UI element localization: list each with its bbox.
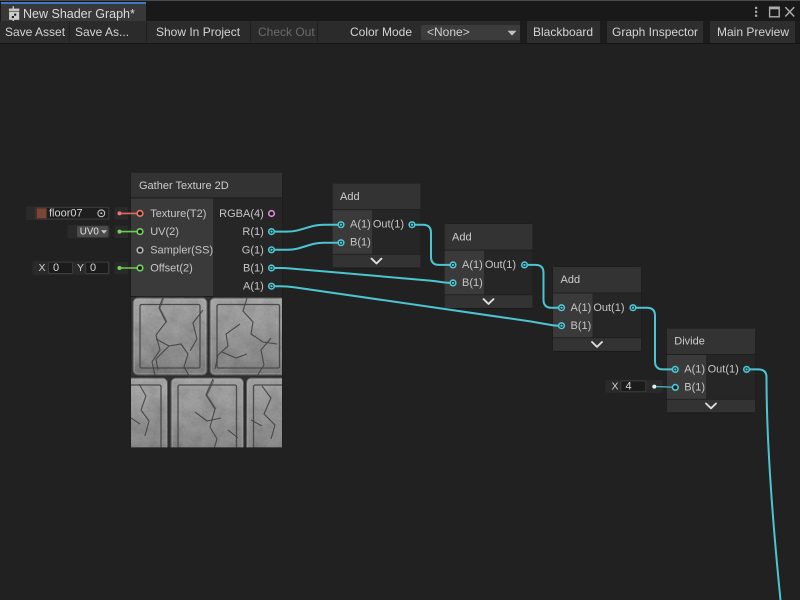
- svg-text:4: 4: [626, 381, 632, 393]
- svg-text:B(1): B(1): [571, 320, 592, 332]
- svg-text:Gather Texture 2D: Gather Texture 2D: [139, 180, 229, 192]
- svg-text:Add: Add: [452, 231, 472, 243]
- svg-text:Out(1): Out(1): [485, 259, 516, 271]
- svg-text:UV(2): UV(2): [150, 226, 179, 238]
- svg-text:0: 0: [90, 262, 96, 274]
- svg-text:B(1): B(1): [350, 237, 371, 249]
- svg-text:RGBA(4): RGBA(4): [219, 208, 264, 220]
- svg-text:G(1): G(1): [242, 244, 264, 256]
- svg-text:Out(1): Out(1): [593, 302, 624, 314]
- svg-text:Add: Add: [561, 274, 581, 286]
- svg-text:A(1): A(1): [571, 302, 592, 314]
- svg-text:Out(1): Out(1): [708, 364, 739, 376]
- svg-text:X: X: [39, 262, 46, 274]
- svg-text:A(1): A(1): [462, 259, 483, 271]
- svg-text:B(1): B(1): [462, 277, 483, 289]
- svg-text:A(1): A(1): [243, 281, 264, 293]
- svg-text:Out(1): Out(1): [373, 219, 404, 231]
- svg-text:floor07: floor07: [49, 208, 83, 220]
- svg-text:Divide: Divide: [674, 336, 705, 348]
- svg-text:UV0: UV0: [80, 226, 100, 237]
- svg-text:Y: Y: [77, 262, 84, 274]
- svg-text:Add: Add: [340, 191, 360, 203]
- svg-text:Sampler(SS): Sampler(SS): [150, 244, 213, 256]
- svg-text:Texture(T2): Texture(T2): [150, 208, 206, 220]
- svg-text:0: 0: [53, 262, 59, 274]
- svg-text:Offset(2): Offset(2): [150, 263, 193, 275]
- svg-text:B(1): B(1): [684, 382, 705, 394]
- svg-text:A(1): A(1): [684, 364, 705, 376]
- svg-text:R(1): R(1): [242, 226, 263, 238]
- svg-text:B(1): B(1): [243, 263, 264, 275]
- svg-text:A(1): A(1): [350, 219, 371, 231]
- svg-text:X: X: [612, 381, 619, 393]
